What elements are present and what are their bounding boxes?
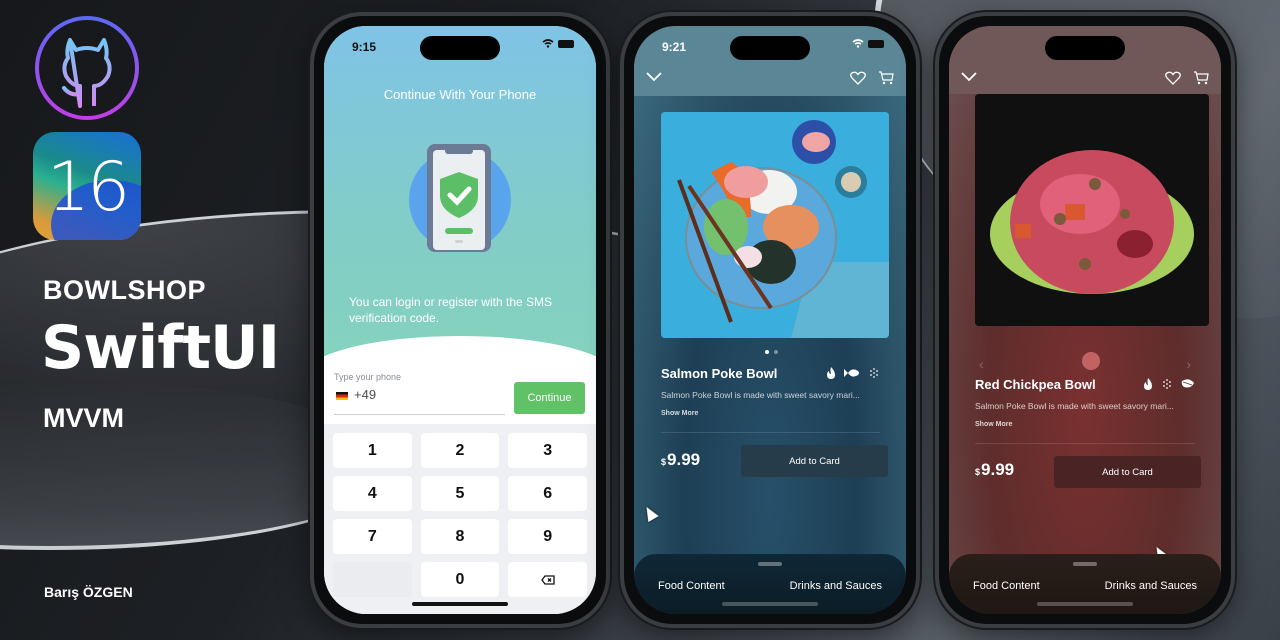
- mouse-cursor: [641, 503, 659, 523]
- dynamic-island: [420, 36, 500, 60]
- login-title: Continue With Your Phone: [383, 87, 537, 102]
- pager-prev-button[interactable]: ‹: [979, 356, 984, 372]
- phone-shield-check-icon: [408, 144, 512, 256]
- app-name: BOWLSHOP: [43, 275, 206, 305]
- key-3[interactable]: 3: [508, 433, 587, 468]
- dish-description: Salmon Poke Bowl is made with sweet savo…: [661, 390, 860, 400]
- key-8[interactable]: 8: [420, 519, 500, 554]
- flame-icon: [827, 367, 835, 379]
- status-time: 9:15: [352, 40, 377, 54]
- price-label: $9.99: [975, 460, 1014, 480]
- show-more-link[interactable]: Show More: [661, 410, 698, 417]
- dynamic-island: [730, 36, 810, 60]
- backspace-key[interactable]: [508, 562, 587, 597]
- dynamic-island: [1045, 36, 1125, 60]
- dish-attribute-icons: [1143, 378, 1195, 390]
- battery-icon: [558, 39, 574, 48]
- phone-field-label: Type your phone: [334, 372, 402, 382]
- backspace-icon: [540, 574, 555, 585]
- framework-title: SwiftUI: [41, 313, 280, 383]
- currency-symbol: $: [661, 457, 667, 467]
- dish-description: Salmon Poke Bowl is made with sweet savo…: [975, 401, 1174, 411]
- dish-name: Salmon Poke Bowl: [661, 366, 778, 381]
- divider: [975, 443, 1195, 444]
- github-icon: [35, 16, 139, 120]
- status-icons: [852, 39, 884, 48]
- tab-drinks-sauces[interactable]: Drinks and Sauces: [790, 580, 882, 592]
- ios-version-label: 16: [46, 148, 131, 227]
- price-amount: 9.99: [981, 460, 1015, 479]
- add-to-cart-button[interactable]: Add to Card: [741, 445, 888, 477]
- chevron-down-icon[interactable]: [646, 72, 662, 82]
- login-description: You can login or register with the SMS v…: [349, 295, 552, 325]
- chevron-down-icon[interactable]: [961, 72, 977, 82]
- author-name: Barış ÖZGEN: [44, 584, 133, 600]
- key-4[interactable]: 4: [333, 476, 412, 511]
- dish-name: Red Chickpea Bowl: [975, 377, 1096, 392]
- add-to-cart-button[interactable]: Add to Card: [1054, 456, 1201, 488]
- detail-navbar: [949, 66, 1221, 96]
- currency-symbol: $: [975, 467, 981, 477]
- phone-login-screen: 9:15 Continue With Your Phone You can lo…: [310, 12, 610, 628]
- tab-food-content[interactable]: Food Content: [658, 580, 725, 592]
- wifi-icon: [542, 39, 554, 48]
- continue-button[interactable]: Continue: [514, 382, 585, 414]
- price-amount: 9.99: [667, 450, 701, 469]
- image-pager-dots[interactable]: [765, 350, 778, 354]
- grain-icon: [870, 368, 878, 378]
- ios16-icon: 16: [33, 132, 141, 240]
- pager-indicator[interactable]: [1082, 352, 1100, 370]
- chickpea-bowl-image[interactable]: [975, 94, 1209, 326]
- sheet-drag-handle[interactable]: [1073, 562, 1097, 566]
- phone-input[interactable]: +49: [354, 387, 376, 402]
- key-0[interactable]: 0: [420, 562, 500, 597]
- key-2[interactable]: 2: [420, 433, 500, 468]
- status-time: 9:21: [662, 40, 687, 54]
- home-indicator: [722, 602, 818, 606]
- show-more-link[interactable]: Show More: [975, 421, 1012, 428]
- price-label: $9.99: [661, 450, 700, 470]
- detail-navbar: [634, 66, 906, 96]
- key-7[interactable]: 7: [333, 519, 412, 554]
- cart-icon[interactable]: [878, 71, 894, 85]
- heart-icon[interactable]: [1165, 71, 1181, 85]
- battery-icon: [868, 39, 884, 48]
- phone-chickpea-detail: ‹ › Red Chickpea Bowl Salmon Poke Bowl i…: [935, 12, 1235, 628]
- flame-icon: [1144, 378, 1152, 390]
- phone-input-underline: [334, 414, 505, 415]
- pager-dot[interactable]: [774, 350, 778, 354]
- heart-icon[interactable]: [850, 71, 866, 85]
- grain-icon: [1163, 379, 1171, 389]
- status-icons: [542, 39, 574, 48]
- key-blank: [333, 562, 412, 597]
- leaf-icon: [1181, 379, 1194, 388]
- germany-flag-icon[interactable]: [336, 392, 348, 400]
- sheet-drag-handle[interactable]: [758, 562, 782, 566]
- wifi-icon: [852, 39, 864, 48]
- numeric-keypad: 1 2 3 4 5 6 7 8 9 0: [324, 424, 596, 614]
- salmon-bowl-image[interactable]: [661, 112, 889, 338]
- phone-salmon-detail: 9:21 Salmon Poke Bowl Salmon Poke Bowl i…: [620, 12, 920, 628]
- pager-next-button[interactable]: ›: [1186, 356, 1191, 372]
- key-6[interactable]: 6: [508, 476, 587, 511]
- key-1[interactable]: 1: [333, 433, 412, 468]
- key-9[interactable]: 9: [508, 519, 587, 554]
- key-5[interactable]: 5: [420, 476, 500, 511]
- fish-icon: [844, 369, 859, 377]
- tab-drinks-sauces[interactable]: Drinks and Sauces: [1105, 580, 1197, 592]
- home-indicator: [412, 602, 508, 606]
- dish-attribute-icons: [826, 367, 880, 379]
- home-indicator: [1037, 602, 1133, 606]
- pager-dot-active[interactable]: [765, 350, 769, 354]
- divider: [661, 432, 880, 433]
- tab-food-content[interactable]: Food Content: [973, 580, 1040, 592]
- cart-icon[interactable]: [1193, 71, 1209, 85]
- architecture-label: MVVM: [43, 403, 124, 433]
